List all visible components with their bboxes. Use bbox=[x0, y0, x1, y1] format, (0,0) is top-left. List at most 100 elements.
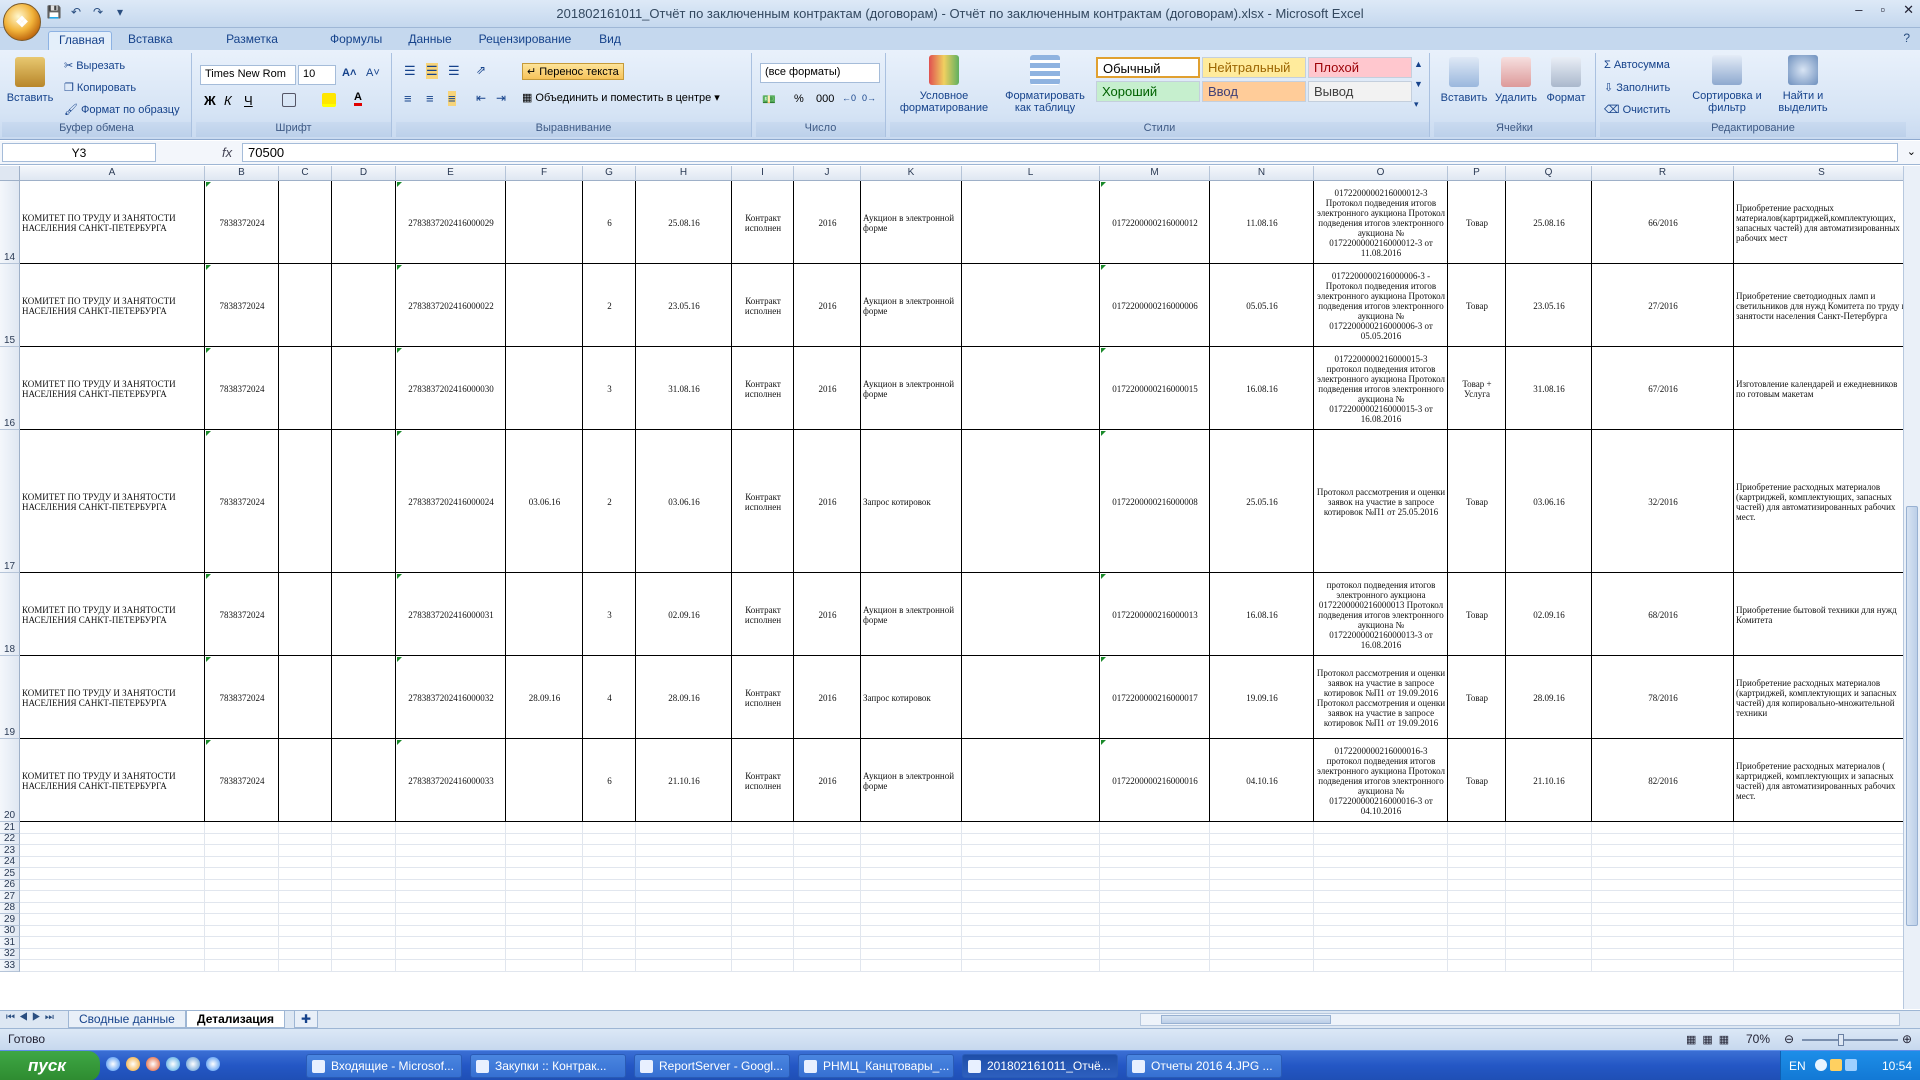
column-header-n[interactable]: N bbox=[1210, 166, 1314, 181]
cell-e[interactable]: 2783837202416000024 bbox=[396, 430, 506, 573]
column-header-b[interactable]: B bbox=[205, 166, 279, 181]
increase-font-icon[interactable]: A˄ bbox=[342, 67, 356, 79]
column-header-a[interactable]: A bbox=[20, 166, 205, 181]
tab-review[interactable]: Рецензирование bbox=[468, 31, 582, 50]
delete-cells-button[interactable]: Удалить bbox=[1492, 57, 1540, 104]
row-header[interactable]: 20 bbox=[0, 739, 20, 822]
minimize-button[interactable]: – bbox=[1855, 2, 1862, 18]
row-header[interactable]: 27 bbox=[0, 891, 20, 903]
column-header-j[interactable]: J bbox=[794, 166, 861, 181]
taskbar-item[interactable]: РНМЦ_Канцтовары_... bbox=[798, 1054, 954, 1078]
ie-icon[interactable] bbox=[166, 1057, 180, 1071]
cell-j[interactable]: 2016 bbox=[794, 347, 861, 430]
find-select-button[interactable]: Найти и выделить bbox=[1768, 55, 1838, 114]
column-header-g[interactable]: G bbox=[583, 166, 636, 181]
thousands-button[interactable]: 000 bbox=[816, 93, 834, 105]
cell-e[interactable]: 2783837202416000022 bbox=[396, 264, 506, 347]
cell-g[interactable]: 2 bbox=[583, 264, 636, 347]
cell-f[interactable] bbox=[506, 264, 583, 347]
cell-h[interactable]: 28.09.16 bbox=[636, 656, 732, 739]
cell-b[interactable]: 7838372024 bbox=[205, 181, 279, 264]
cell-s[interactable]: Приобретение расходных материалов (картр… bbox=[1734, 430, 1910, 573]
cell-g[interactable]: 6 bbox=[583, 181, 636, 264]
zoom-slider-thumb[interactable] bbox=[1838, 1034, 1844, 1046]
row-header[interactable]: 30 bbox=[0, 925, 20, 937]
select-all-corner[interactable] bbox=[0, 166, 20, 181]
cell-e[interactable]: 2783837202416000032 bbox=[396, 656, 506, 739]
align-top-icon[interactable]: ☰ bbox=[404, 63, 416, 79]
cell-e[interactable]: 2783837202416000033 bbox=[396, 739, 506, 822]
cell-b[interactable]: 7838372024 bbox=[205, 430, 279, 573]
wrap-text-button[interactable]: ↵ Перенос текста bbox=[522, 63, 624, 80]
cell-g[interactable]: 3 bbox=[583, 347, 636, 430]
help-icon[interactable]: ? bbox=[1903, 31, 1910, 45]
column-header-p[interactable]: P bbox=[1448, 166, 1506, 181]
cell-d[interactable] bbox=[332, 656, 396, 739]
cell-q[interactable]: 23.05.16 bbox=[1506, 264, 1592, 347]
cell-p[interactable]: Товар bbox=[1448, 739, 1506, 822]
conditional-format-button[interactable]: Условное форматирование bbox=[894, 55, 994, 114]
row-header[interactable]: 31 bbox=[0, 937, 20, 949]
cell-i[interactable]: Контракт исполнен bbox=[732, 573, 794, 656]
cell-r[interactable]: 27/2016 bbox=[1592, 264, 1734, 347]
format-cells-button[interactable]: Формат bbox=[1542, 57, 1590, 104]
cell-c[interactable] bbox=[279, 430, 332, 573]
align-center-icon[interactable]: ≡ bbox=[426, 91, 434, 106]
underline-button[interactable]: Ч bbox=[244, 93, 253, 108]
vertical-scroll-thumb[interactable] bbox=[1906, 506, 1918, 926]
cell-c[interactable] bbox=[279, 739, 332, 822]
cell-r[interactable]: 32/2016 bbox=[1592, 430, 1734, 573]
cell-style-2[interactable]: Плохой bbox=[1308, 57, 1412, 78]
cell-a[interactable]: КОМИТЕТ ПО ТРУДУ И ЗАНЯТОСТИ НАСЕЛЕНИЯ С… bbox=[20, 739, 205, 822]
column-header-s[interactable]: S bbox=[1734, 166, 1910, 181]
cell-q[interactable]: 28.09.16 bbox=[1506, 656, 1592, 739]
cell-h[interactable]: 02.09.16 bbox=[636, 573, 732, 656]
cell-i[interactable]: Контракт исполнен bbox=[732, 347, 794, 430]
styles-more-icon[interactable]: ▾ bbox=[1414, 99, 1419, 110]
row-header[interactable]: 28 bbox=[0, 902, 20, 914]
decrease-decimal-icon[interactable]: 0→ bbox=[862, 93, 876, 103]
cell-q[interactable]: 02.09.16 bbox=[1506, 573, 1592, 656]
column-header-h[interactable]: H bbox=[636, 166, 732, 181]
row-header[interactable]: 24 bbox=[0, 856, 20, 868]
cell-o[interactable]: протокол подведения итогов электронного … bbox=[1314, 573, 1448, 656]
cell-q[interactable]: 31.08.16 bbox=[1506, 347, 1592, 430]
cell-p[interactable]: Товар bbox=[1448, 264, 1506, 347]
cell-g[interactable]: 2 bbox=[583, 430, 636, 573]
cell-m[interactable]: 0172200000216000015 bbox=[1100, 347, 1210, 430]
cell-s[interactable]: Приобретение светодиодных ламп и светиль… bbox=[1734, 264, 1910, 347]
cell-o[interactable]: 0172200000216000012-3 Протокол подведени… bbox=[1314, 181, 1448, 264]
fill-color-icon[interactable] bbox=[322, 93, 336, 107]
cell-n[interactable]: 16.08.16 bbox=[1210, 573, 1314, 656]
clear-button[interactable]: ⌫ Очистить bbox=[1604, 103, 1670, 117]
orientation-icon[interactable]: ⇗ bbox=[476, 63, 486, 77]
cell-h[interactable]: 23.05.16 bbox=[636, 264, 732, 347]
merge-center-button[interactable]: ▦ Объединить и поместить в центре ▾ bbox=[522, 91, 720, 105]
zoom-in-icon[interactable]: ⊕ bbox=[1902, 1032, 1912, 1046]
cell-n[interactable]: 16.08.16 bbox=[1210, 347, 1314, 430]
cell-e[interactable]: 2783837202416000029 bbox=[396, 181, 506, 264]
cell-l[interactable] bbox=[962, 656, 1100, 739]
cell-j[interactable]: 2016 bbox=[794, 573, 861, 656]
align-bottom-icon[interactable]: ☰ bbox=[448, 63, 460, 79]
start-button[interactable]: пуск bbox=[0, 1051, 100, 1080]
cell-o[interactable]: Протокол рассмотрения и оценки заявок на… bbox=[1314, 430, 1448, 573]
cell-g[interactable]: 3 bbox=[583, 573, 636, 656]
taskbar-item[interactable]: Отчеты 2016 4.JPG ... bbox=[1126, 1054, 1282, 1078]
cell-b[interactable]: 7838372024 bbox=[205, 347, 279, 430]
tab-home[interactable]: Главная bbox=[48, 31, 112, 50]
cell-l[interactable] bbox=[962, 264, 1100, 347]
tab-insert[interactable]: Вставка bbox=[118, 31, 182, 50]
cell-n[interactable]: 04.10.16 bbox=[1210, 739, 1314, 822]
column-header-e[interactable]: E bbox=[396, 166, 506, 181]
row-header[interactable]: 15 bbox=[0, 264, 20, 347]
cell-q[interactable]: 21.10.16 bbox=[1506, 739, 1592, 822]
cell-k[interactable]: Запрос котировок bbox=[861, 430, 962, 573]
cell-p[interactable]: Товар bbox=[1448, 430, 1506, 573]
cell-r[interactable]: 68/2016 bbox=[1592, 573, 1734, 656]
zoom-slider[interactable] bbox=[1802, 1034, 1898, 1046]
cell-j[interactable]: 2016 bbox=[794, 656, 861, 739]
bold-button[interactable]: Ж bbox=[204, 93, 216, 108]
cell-a[interactable]: КОМИТЕТ ПО ТРУДУ И ЗАНЯТОСТИ НАСЕЛЕНИЯ С… bbox=[20, 264, 205, 347]
cell-f[interactable] bbox=[506, 573, 583, 656]
